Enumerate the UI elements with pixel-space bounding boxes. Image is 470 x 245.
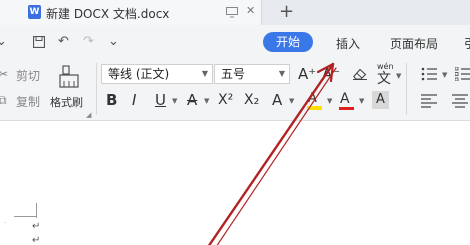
title-bar: W 新建 DOCX 文档.docx ✕ +	[0, 0, 470, 25]
word-doc-icon: W	[28, 5, 41, 19]
cut-label[interactable]: 剪切	[16, 67, 40, 84]
shrink-font-button[interactable]: A⁻	[322, 65, 340, 83]
strikethrough-button[interactable]: A	[187, 91, 197, 109]
document-title: 新建 DOCX 文档.docx	[46, 7, 170, 21]
cut-icon: ✂	[0, 67, 9, 81]
highlight-color-bar	[307, 106, 322, 110]
character-shading-button[interactable]: A	[372, 91, 389, 109]
font-color-icon: A	[340, 91, 350, 107]
font-color-button[interactable]: A	[338, 90, 356, 110]
new-tab-icon[interactable]: +	[279, 1, 294, 22]
underline-button[interactable]: U	[155, 91, 166, 109]
superscript-button[interactable]: X²	[218, 91, 233, 109]
clear-format-icon[interactable]	[353, 68, 367, 80]
undo-icon[interactable]: ↶	[58, 34, 69, 49]
menu-bar: ⌄ ↶ ↷ ⌄ 开始 插入 页面布局 引	[0, 25, 470, 59]
format-painter-icon[interactable]	[58, 65, 80, 89]
close-tab-icon[interactable]: ✕	[246, 4, 255, 17]
margin-tick: ·	[4, 219, 7, 227]
document-tab[interactable]: W 新建 DOCX 文档.docx ✕	[0, 0, 262, 25]
numbered-list-icon[interactable]	[455, 67, 470, 81]
phonetic-guide-button[interactable]: 文	[377, 70, 391, 88]
margin-corner-marker	[36, 203, 38, 218]
align-left-icon[interactable]	[421, 94, 437, 108]
copy-label[interactable]: 复制	[16, 93, 40, 110]
margin-corner-marker-horizontal	[14, 216, 36, 217]
align-center-icon[interactable]	[452, 94, 468, 108]
font-size-select[interactable]: 五号 ▼	[214, 64, 290, 84]
text-effect-button[interactable]: A	[272, 91, 282, 109]
chevron-down-icon[interactable]: ▼	[204, 97, 209, 105]
document-canvas[interactable]	[0, 121, 470, 245]
copy-icon: ⧉	[0, 93, 7, 107]
chevron-down-icon[interactable]: ▼	[289, 97, 294, 105]
clipboard-launcher-icon[interactable]: ◢	[86, 111, 91, 119]
subscript-button[interactable]: X₂	[244, 91, 259, 109]
italic-button[interactable]: I	[132, 91, 136, 109]
chevron-down-icon[interactable]: ▼	[396, 72, 401, 80]
tab-insert[interactable]: 插入	[336, 35, 360, 52]
redo-icon[interactable]: ↷	[83, 34, 94, 49]
paragraph-mark: ↵	[32, 235, 41, 245]
bullet-list-icon[interactable]	[421, 67, 439, 81]
chevron-down-icon[interactable]: ▼	[359, 97, 364, 105]
paragraph-mark: ↵	[32, 221, 41, 232]
font-color-bar	[339, 107, 354, 110]
format-painter-label[interactable]: 格式刷	[50, 94, 83, 110]
ribbon-home: ✂ 剪切 ⧉ 复制 格式刷 ◢ 等线 (正文) ▼ 五号 ▼ A⁺ A⁻ wén…	[0, 59, 470, 121]
grow-font-button[interactable]: A⁺	[298, 65, 316, 83]
save-icon[interactable]	[33, 36, 45, 48]
chevron-down-icon: ▼	[278, 69, 285, 78]
font-size-value: 五号	[221, 67, 246, 81]
chevron-down-icon[interactable]: ▼	[327, 97, 332, 105]
tab-start[interactable]: 开始	[263, 32, 313, 52]
chevron-down-icon: ▼	[201, 69, 208, 78]
chevron-down-icon[interactable]: ▼	[172, 97, 177, 105]
highlight-button[interactable]: A	[305, 90, 325, 110]
menu-arrow-icon[interactable]: ⌄	[0, 34, 7, 49]
bold-button[interactable]: B	[106, 91, 117, 109]
group-divider	[406, 63, 407, 115]
group-divider	[96, 63, 97, 115]
tab-references[interactable]: 引	[464, 35, 470, 52]
chevron-down-icon[interactable]: ▼	[442, 71, 447, 79]
monitor-icon[interactable]	[226, 7, 238, 18]
font-family-value: 等线 (正文)	[108, 67, 170, 81]
customize-dropdown-icon[interactable]: ⌄	[108, 34, 119, 49]
tab-page-layout[interactable]: 页面布局	[390, 35, 438, 52]
font-family-select[interactable]: 等线 (正文) ▼	[101, 64, 213, 84]
